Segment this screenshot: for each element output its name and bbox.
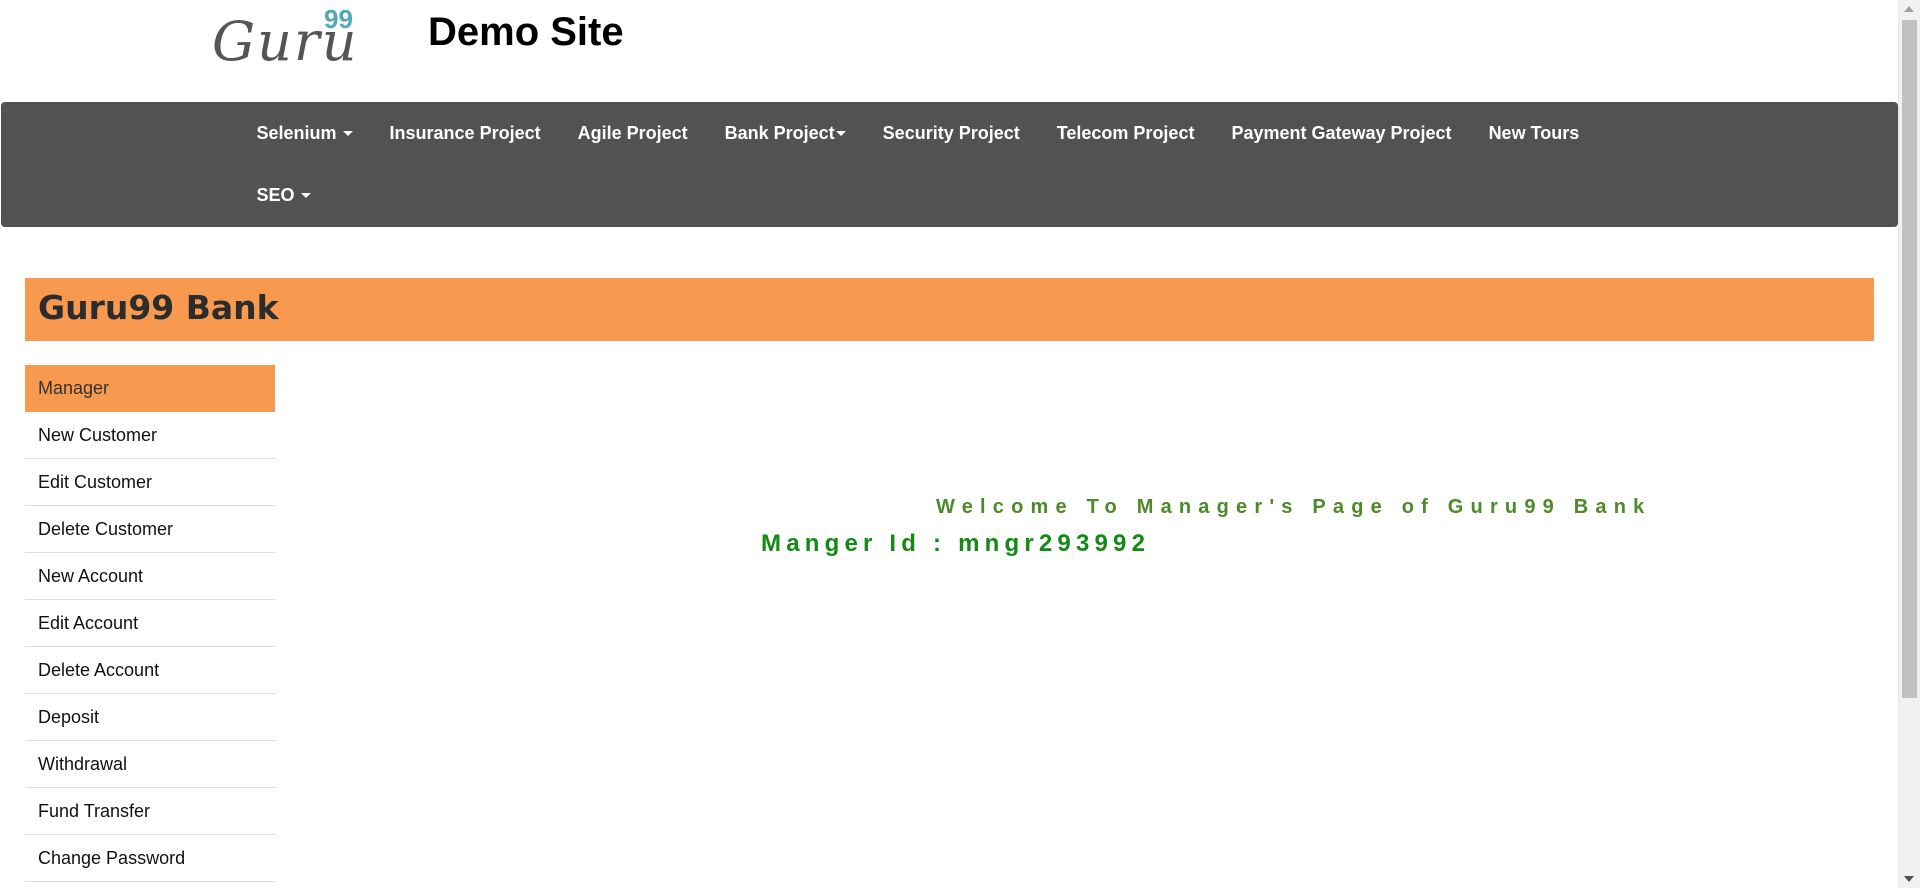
sidebar-item-delete-customer[interactable]: Delete Customer <box>25 506 275 553</box>
logo-superscript: 99 <box>324 4 353 34</box>
nav-bank-project[interactable]: Bank Project <box>706 123 864 144</box>
caret-down-icon <box>342 130 353 136</box>
nav-selenium-label: Selenium <box>256 122 337 143</box>
nav-bank-project-label: Bank Project <box>724 122 835 143</box>
nav-seo[interactable]: SEO <box>238 185 329 206</box>
welcome-message: Welcome To Manager's Page of Guru99 Bank <box>936 496 1652 518</box>
nav-agile-project-label: Agile Project <box>577 122 688 143</box>
sidebar-item-new-customer[interactable]: New Customer <box>25 412 275 459</box>
sidebar-item-change-password[interactable]: Change Password <box>25 835 275 882</box>
nav-insurance-project-label: Insurance Project <box>389 122 541 143</box>
nav-new-tours[interactable]: New Tours <box>1470 123 1598 144</box>
scroll-thumb[interactable] <box>1902 20 1917 698</box>
caret-down-icon <box>835 130 846 136</box>
sidebar-item-edit-customer[interactable]: Edit Customer <box>25 459 275 506</box>
top-navbar: Selenium Insurance Project Agile Project… <box>1 102 1898 227</box>
sidebar-item-new-account[interactable]: New Account <box>25 553 275 600</box>
sidebar-item-delete-account[interactable]: Delete Account <box>25 647 275 694</box>
sidebar-menu: Manager New Customer Edit Customer Delet… <box>25 365 275 882</box>
nav-security-project[interactable]: Security Project <box>864 123 1038 144</box>
vertical-scrollbar[interactable] <box>1898 0 1920 888</box>
navbar-row-1: Selenium Insurance Project Agile Project… <box>238 102 1598 164</box>
nav-seo-label: SEO <box>256 184 295 205</box>
sidebar-item-manager[interactable]: Manager <box>25 365 275 412</box>
site-title: Demo Site <box>428 10 624 54</box>
bank-banner: Guru99 Bank <box>25 278 1874 341</box>
nav-new-tours-label: New Tours <box>1488 122 1580 143</box>
manager-id: Manger Id : mngr293992 <box>761 530 1151 557</box>
sidebar-item-withdrawal[interactable]: Withdrawal <box>25 741 275 788</box>
page: Guru 99 Demo Site Selenium Insurance Pro… <box>0 0 1920 888</box>
scroll-up-arrow-icon[interactable] <box>1904 6 1914 12</box>
sidebar-item-edit-account[interactable]: Edit Account <box>25 600 275 647</box>
bank-title: Guru99 Bank <box>38 288 279 327</box>
site-header: Guru 99 Demo Site <box>0 0 1898 102</box>
nav-security-project-label: Security Project <box>882 122 1020 143</box>
nav-payment-gateway-project[interactable]: Payment Gateway Project <box>1213 123 1470 144</box>
nav-telecom-project[interactable]: Telecom Project <box>1038 123 1213 144</box>
scroll-down-arrow-icon[interactable] <box>1904 876 1914 882</box>
guru99-logo[interactable]: Guru 99 <box>212 4 362 74</box>
nav-agile-project[interactable]: Agile Project <box>559 123 706 144</box>
caret-down-icon <box>300 192 311 198</box>
nav-payment-gateway-project-label: Payment Gateway Project <box>1231 122 1452 143</box>
nav-insurance-project[interactable]: Insurance Project <box>371 123 559 144</box>
navbar-row-2: SEO <box>238 164 329 226</box>
nav-selenium[interactable]: Selenium <box>238 123 371 144</box>
sidebar-item-deposit[interactable]: Deposit <box>25 694 275 741</box>
sidebar-item-fund-transfer[interactable]: Fund Transfer <box>25 788 275 835</box>
nav-telecom-project-label: Telecom Project <box>1056 122 1195 143</box>
